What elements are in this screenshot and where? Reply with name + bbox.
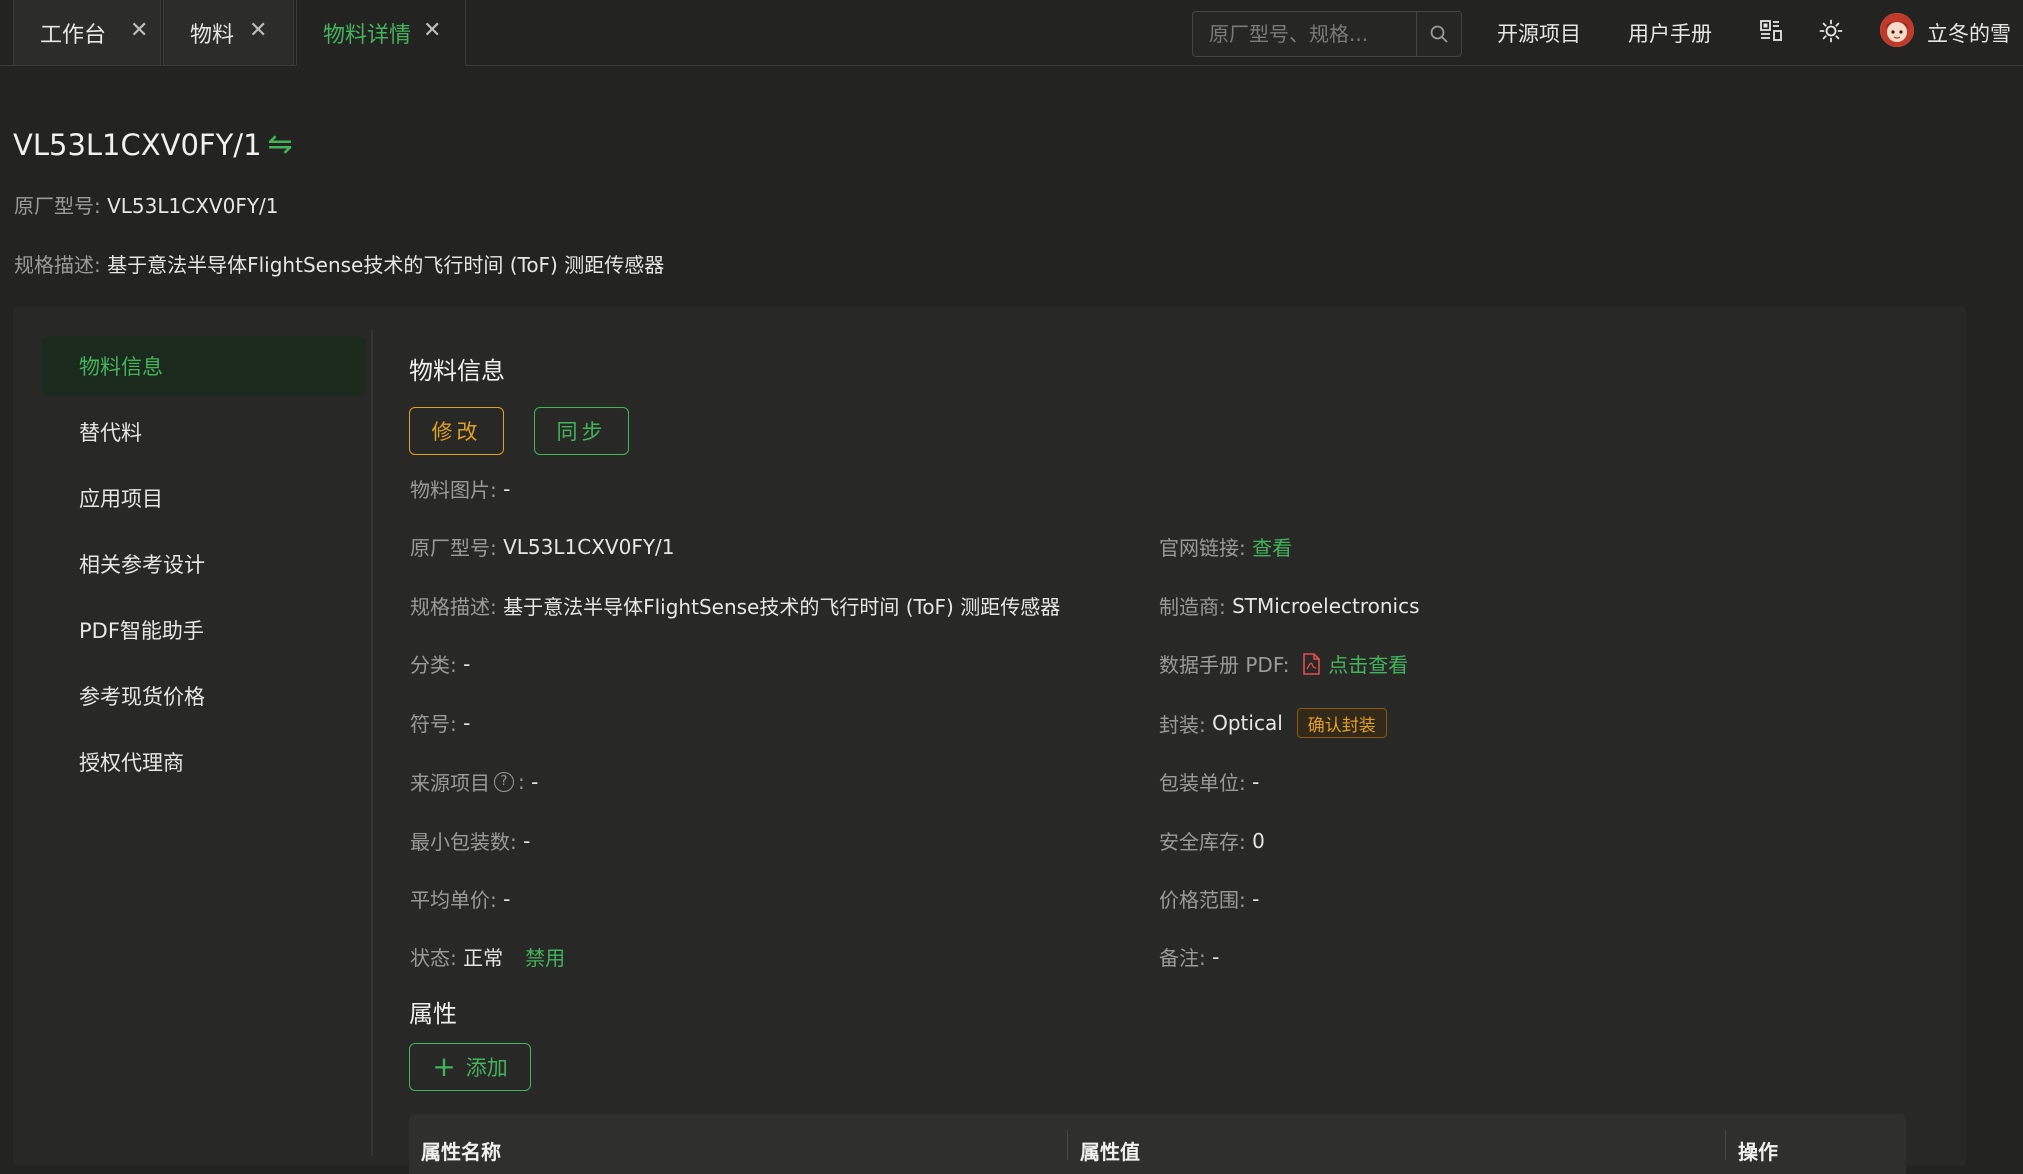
field-datasheet: 数据手册 PDF: 点击查看	[1159, 649, 1408, 678]
field-manufacturer: 制造商: STMicroelectronics	[1159, 593, 1420, 620]
search-button[interactable]	[1416, 12, 1461, 56]
search-input[interactable]	[1193, 12, 1416, 56]
layout-switch-icon[interactable]	[1758, 17, 1786, 45]
disable-link[interactable]: 禁用	[525, 942, 565, 971]
open-source-link[interactable]: 开源项目	[1497, 18, 1581, 48]
field-part-number: 原厂型号: VL53L1CXV0FY/1	[410, 534, 675, 561]
tab-label: 物料详情	[323, 22, 412, 48]
field-spec: 规格描述: 基于意法半导体FlightSense技术的飞行时间 (ToF) 测距…	[410, 595, 1061, 619]
field-category: 分类: -	[410, 651, 471, 678]
page-title: VL53L1CXV0FY/1 ⇋	[13, 127, 293, 162]
user-name[interactable]: 立冬的雪	[1927, 18, 2011, 48]
field-symbol: 符号: -	[410, 710, 471, 737]
field-remark: 备注: -	[1159, 944, 1220, 971]
attributes-table-header: 属性名称 属性值 操作	[409, 1114, 1906, 1174]
menu-item-distributors[interactable]: 授权代理商	[43, 732, 365, 792]
col-attr-value: 属性值	[1080, 1140, 1140, 1164]
confirm-package-tag[interactable]: 确认封装	[1296, 708, 1387, 738]
section-title-info: 物料信息	[409, 357, 505, 385]
close-icon[interactable]: ✕	[423, 0, 441, 60]
field-package: 封装: Optical 确认封装	[1159, 708, 1387, 738]
add-attribute-button[interactable]: + 添加	[409, 1043, 531, 1091]
header-spec: 规格描述: 基于意法半导体FlightSense技术的飞行时间 (ToF) 测距…	[14, 253, 665, 277]
menu-item-material-info[interactable]: 物料信息	[43, 336, 365, 396]
search-icon	[1430, 25, 1448, 43]
menu-item-spot-price[interactable]: 参考现货价格	[43, 666, 365, 726]
sync-button[interactable]: 同步	[534, 407, 629, 455]
add-label: 添加	[465, 1056, 508, 1080]
tab-material-detail[interactable]: 物料详情 ✕	[296, 0, 466, 66]
field-avg-price: 平均单价: -	[410, 886, 511, 913]
material-title: VL53L1CXV0FY/1	[13, 127, 262, 162]
theme-sun-icon[interactable]	[1817, 17, 1845, 45]
col-attr-name: 属性名称	[421, 1140, 501, 1164]
plus-icon: +	[432, 1050, 456, 1083]
website-link[interactable]: 查看	[1252, 532, 1292, 561]
tab-label: 物料	[190, 22, 235, 48]
field-website: 官网链接: 查看	[1159, 532, 1292, 561]
menu-divider	[371, 330, 373, 1156]
field-pack-unit: 包装单位: -	[1159, 769, 1260, 796]
search-box	[1192, 11, 1462, 57]
field-status: 状态: 正常 禁用	[410, 942, 565, 971]
edit-button[interactable]: 修改	[409, 407, 504, 455]
tab-label: 工作台	[40, 22, 107, 48]
tab-material[interactable]: 物料 ✕	[163, 0, 294, 66]
top-bar: 工作台 ✕ 物料 ✕ 物料详情 ✕ 开源项目 用户手册	[0, 0, 2023, 66]
menu-item-projects[interactable]: 应用项目	[43, 468, 365, 528]
menu-item-substitutes[interactable]: 替代料	[43, 402, 365, 462]
user-manual-link[interactable]: 用户手册	[1628, 18, 1712, 48]
field-min-pack: 最小包装数: -	[410, 828, 531, 855]
pdf-icon	[1302, 652, 1321, 675]
field-price-range: 价格范围: -	[1159, 886, 1260, 913]
col-actions: 操作	[1738, 1140, 1778, 1164]
help-icon[interactable]: ?	[494, 771, 514, 792]
menu-item-pdf-assistant[interactable]: PDF智能助手	[43, 600, 365, 660]
field-image: 物料图片: -	[410, 476, 511, 503]
swap-icon[interactable]: ⇋	[268, 127, 293, 162]
close-icon[interactable]: ✕	[249, 0, 267, 60]
tab-workbench[interactable]: 工作台 ✕	[13, 0, 161, 66]
section-title-attributes: 属性	[409, 1000, 457, 1028]
menu-item-reference-designs[interactable]: 相关参考设计	[43, 534, 365, 594]
field-safety-stock: 安全库存: 0	[1159, 828, 1265, 855]
avatar[interactable]	[1880, 13, 1914, 47]
field-source-project: 来源项目 ? : -	[410, 769, 539, 796]
close-icon[interactable]: ✕	[130, 0, 148, 60]
header-part-number: 原厂型号: VL53L1CXV0FY/1	[14, 194, 279, 218]
datasheet-link[interactable]: 点击查看	[1328, 649, 1408, 678]
